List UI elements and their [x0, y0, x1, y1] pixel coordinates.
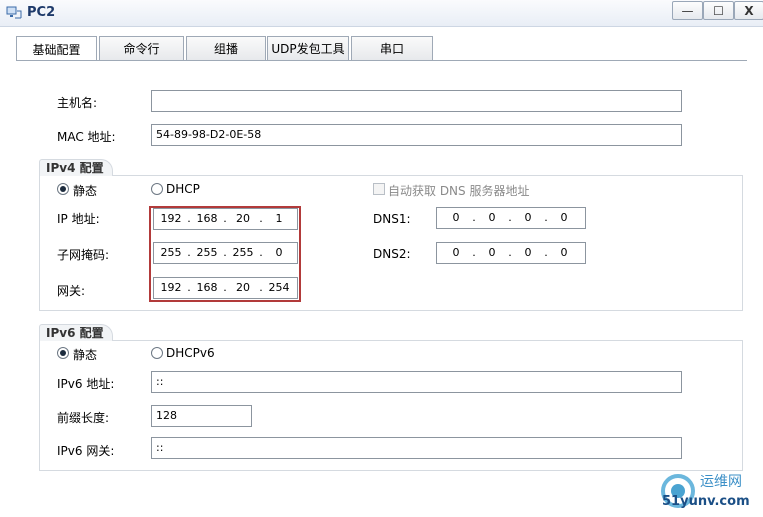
watermark-line1: 运维网	[700, 474, 742, 490]
dns2-octet-4: 0	[560, 246, 568, 259]
tab-command-line[interactable]: 命令行	[99, 36, 184, 60]
ipv6-gateway-label: IPv6 网关:	[57, 444, 115, 458]
tab-multicast[interactable]: 组播	[186, 36, 266, 60]
window-title: PC2	[27, 5, 56, 20]
title-bar: PC2 — ☐ X	[0, 0, 763, 27]
dns2-octet-2: 0	[488, 246, 496, 259]
ipv4-group-title: IPv4 配置	[39, 159, 113, 176]
tab-serial-port[interactable]: 串口	[351, 36, 433, 60]
tab-divider	[16, 60, 747, 61]
ipv6-dhcp-radio[interactable]	[151, 347, 163, 359]
dns2-input[interactable]: 0 . 0 . 0 . 0	[436, 242, 586, 264]
hostname-label: 主机名:	[57, 96, 98, 110]
tab-udp-tool[interactable]: UDP发包工具	[267, 36, 349, 60]
close-button[interactable]: X	[734, 1, 763, 20]
mac-input[interactable]: 54-89-98-D2-0E-58	[151, 124, 682, 146]
highlight-box	[149, 206, 301, 302]
minimize-icon: —	[681, 3, 694, 18]
pc-app-icon	[6, 6, 22, 19]
dns2-octet-3: 0	[524, 246, 532, 259]
maximize-icon: ☐	[713, 3, 724, 18]
auto-dns-label: 自动获取 DNS 服务器地址	[388, 184, 530, 198]
ipv4-static-radio[interactable]	[57, 183, 69, 195]
dns2-octet-1: 0	[452, 246, 460, 259]
ipv6-static-radio[interactable]	[57, 347, 69, 359]
ipv4-dhcp-radio[interactable]	[151, 183, 163, 195]
ipv6-gateway-input[interactable]: ::	[151, 437, 682, 459]
ipv6-address-label: IPv6 地址:	[57, 377, 115, 391]
ipv6-dhcp-label: DHCPv6	[166, 346, 215, 360]
hostname-input[interactable]	[151, 90, 682, 112]
dns2-label: DNS2:	[373, 247, 411, 261]
dns1-octet-3: 0	[524, 211, 532, 224]
subnet-mask-label: 子网掩码:	[57, 248, 110, 262]
ip-address-label: IP 地址:	[57, 212, 100, 226]
ipv6-address-input[interactable]: ::	[151, 371, 682, 393]
close-icon: X	[744, 3, 754, 18]
dns1-octet-2: 0	[488, 211, 496, 224]
watermark-line2: 51yunv.com	[662, 494, 750, 509]
maximize-button[interactable]: ☐	[703, 1, 734, 20]
dns1-octet-1: 0	[452, 211, 460, 224]
gateway-label: 网关:	[57, 284, 86, 298]
dns1-octet-4: 0	[560, 211, 568, 224]
tab-basic-config[interactable]: 基础配置	[16, 36, 97, 61]
auto-dns-checkbox[interactable]	[373, 183, 385, 195]
ipv6-static-label: 静态	[73, 348, 98, 362]
prefix-length-label: 前缀长度:	[57, 411, 110, 425]
dns1-label: DNS1:	[373, 212, 411, 226]
watermark: 运维网 51yunv.com	[654, 467, 763, 517]
ipv6-group-title: IPv6 配置	[39, 324, 113, 341]
mac-label: MAC 地址:	[57, 130, 116, 144]
minimize-button[interactable]: —	[672, 1, 703, 20]
ipv4-dhcp-label: DHCP	[166, 182, 200, 196]
prefix-length-input[interactable]: 128	[151, 405, 252, 427]
ipv4-static-label: 静态	[73, 184, 98, 198]
dns1-input[interactable]: 0 . 0 . 0 . 0	[436, 207, 586, 229]
